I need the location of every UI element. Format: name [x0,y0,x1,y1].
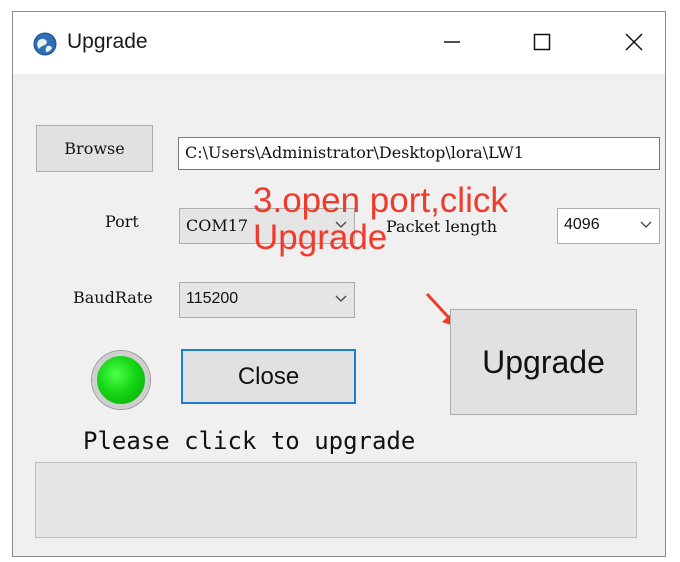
instruction-annotation: 3.open port,click Upgrade [253,181,508,257]
minimize-icon [444,41,460,43]
window-title: Upgrade [67,30,148,53]
upgrade-button[interactable]: Upgrade [450,309,637,415]
close-icon [625,33,643,51]
browse-button[interactable]: Browse [36,125,153,172]
baud-rate-select[interactable]: 115200 [179,282,355,318]
close-port-button[interactable]: Close [181,349,356,404]
upgrade-window: Upgrade Browse C:\Users\Administrator\De… [12,11,666,557]
port-value: COM17 [186,216,249,235]
upgrade-progress-bar [35,462,637,538]
maximize-button[interactable] [518,22,566,62]
globe-icon [33,32,57,56]
chevron-down-icon [335,295,347,302]
title-bar: Upgrade [13,12,665,74]
file-path-field[interactable]: C:\Users\Administrator\Desktop\lora\LW1 [178,137,660,170]
baud-rate-label: BaudRate [73,288,153,307]
chevron-down-icon [640,221,652,228]
port-label: Port [105,212,139,231]
status-message: Please click to upgrade [83,427,416,455]
baud-rate-value: 115200 [186,290,239,307]
connection-status-indicator [92,351,150,409]
minimize-button[interactable] [428,22,476,62]
close-window-button[interactable] [610,22,658,62]
maximize-icon [533,33,551,51]
